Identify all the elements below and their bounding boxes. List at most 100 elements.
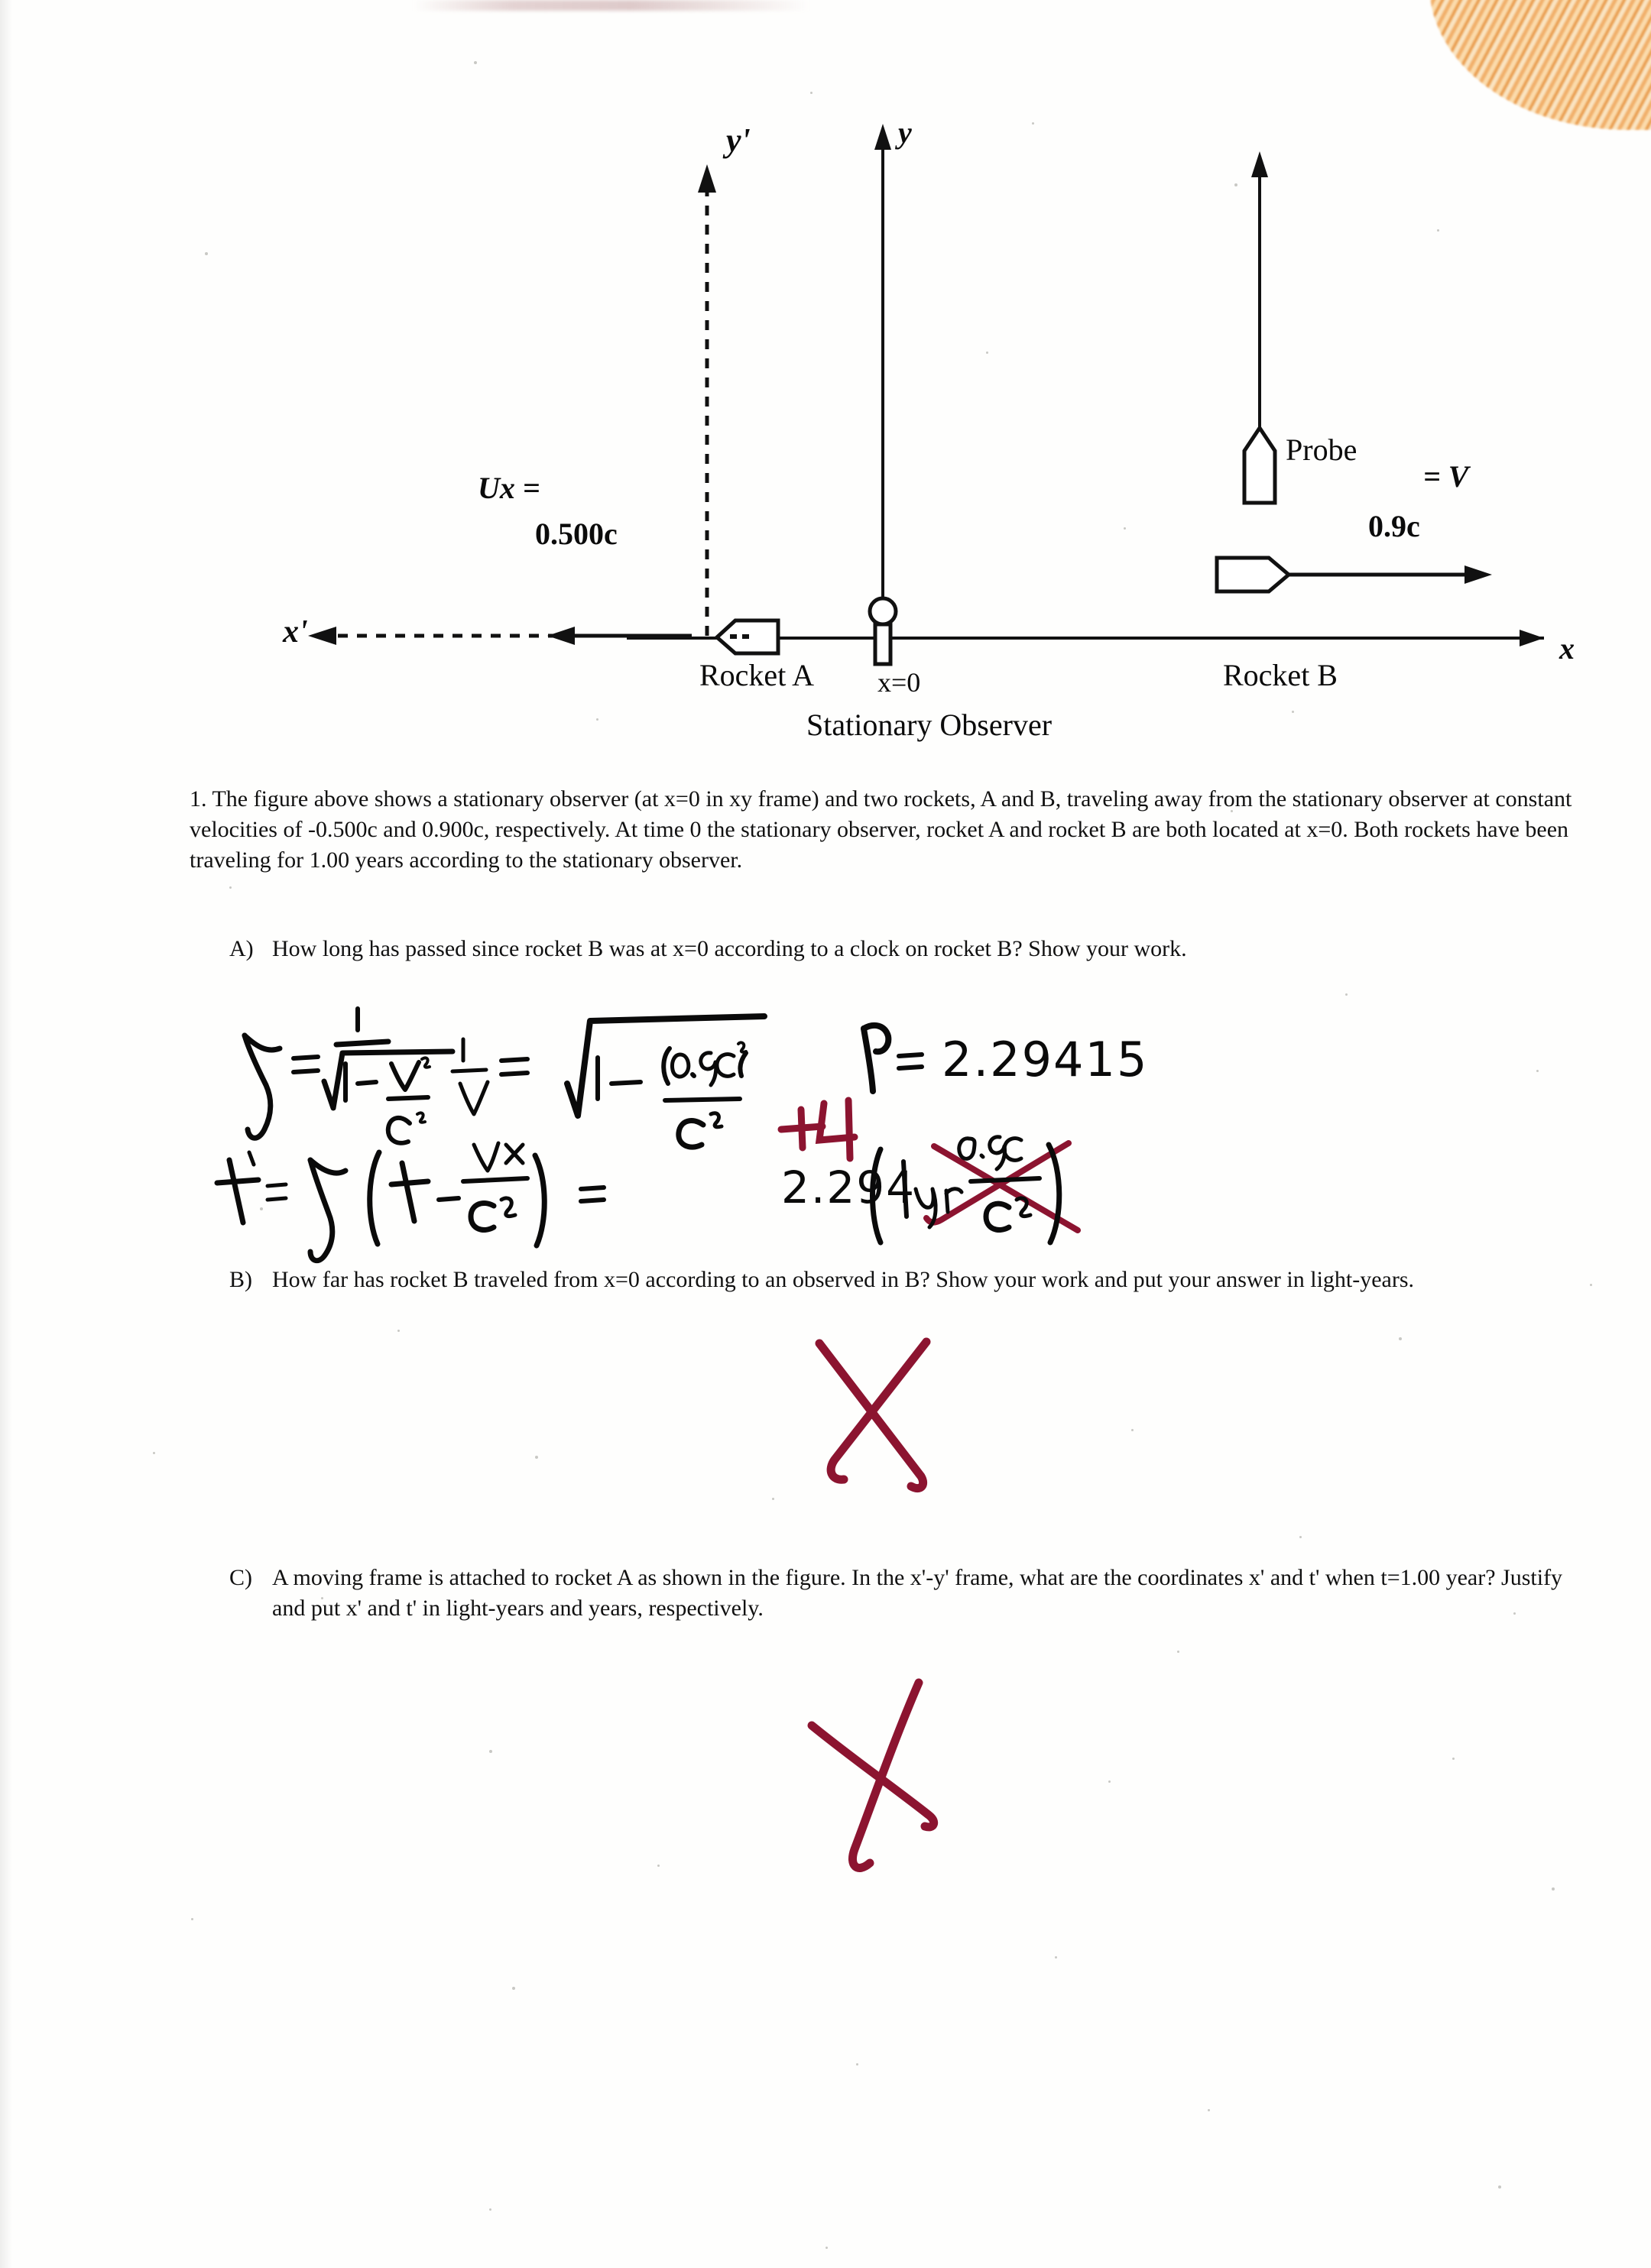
c-denominator-result: [983, 1200, 1012, 1233]
gamma-line2-b: [307, 1157, 349, 1176]
scan-speck: [260, 1207, 263, 1210]
scan-speck: [191, 1918, 193, 1920]
paren-open-result: [870, 1146, 884, 1246]
y-result: [913, 1187, 938, 1230]
inner-fraction-bar-1: [386, 1095, 430, 1101]
gamma-line2: [307, 1157, 336, 1264]
scan-speck: [657, 1865, 660, 1867]
decimal-result: [979, 1153, 985, 1159]
scan-speck: [1032, 122, 1034, 125]
part-c-x-stroke-1: [848, 1678, 923, 1872]
equals-line2: [265, 1182, 288, 1202]
cross-out-stroke-2: [923, 1140, 1072, 1226]
scan-speck: [1498, 2185, 1501, 2189]
fraction-bar-line2: [461, 1176, 530, 1184]
scan-speck: [1399, 1337, 1402, 1340]
rocket-a-name-label: Rocket A: [699, 658, 814, 692]
scan-speck: [1108, 1780, 1111, 1783]
scan-speck: [1208, 2109, 1210, 2111]
radical-sign-1: [321, 1048, 456, 1111]
t-inside-paren-bar: [388, 1178, 431, 1187]
y-axis-label: y: [898, 115, 912, 150]
gamma-result-glyph: [861, 1025, 876, 1094]
paren-close-line2: [532, 1152, 547, 1249]
plus-mark-vertical: [797, 1106, 806, 1152]
rocket-b-icon: [1215, 556, 1292, 594]
scan-speck: [512, 1987, 515, 1990]
x-axis-arrowhead: [1520, 630, 1544, 646]
x-axis-label: x: [1559, 631, 1575, 666]
x-numerator-line2: [504, 1142, 525, 1165]
scan-speck: [1131, 1429, 1134, 1431]
scan-speck: [596, 718, 598, 721]
scan-speck: [1345, 993, 1348, 996]
scan-speck: [535, 1456, 538, 1459]
zero-result: [957, 1136, 977, 1161]
cross-out-stroke-1: [931, 1143, 1081, 1233]
problem-part-b: B) How far has rocket B traveled from x=…: [229, 1265, 1575, 1295]
x-prime-axis-label: x': [283, 614, 308, 650]
nine-result: [988, 1135, 1007, 1171]
y-prime-axis-label: y': [726, 122, 751, 159]
rocket-b-name-label: Rocket B: [1223, 658, 1338, 692]
scan-speck: [986, 352, 988, 354]
problem-number: 1.: [190, 786, 207, 812]
part-c-marker: C): [229, 1565, 252, 1590]
minus-inside-radical-2: [609, 1080, 643, 1086]
equals-2: [499, 1057, 530, 1077]
t-inside-paren: [399, 1160, 417, 1224]
scan-speck: [1452, 1758, 1455, 1760]
probe-velocity-arrowhead: [1251, 151, 1268, 177]
r-result: [944, 1187, 964, 1214]
rocket-b-velocity-arrowhead: [1464, 565, 1492, 584]
v-exponent-1: [420, 1056, 431, 1069]
t-prime-stem: [226, 1157, 246, 1226]
time-dilation-gamma-value: 2.294: [781, 1162, 916, 1213]
equals-line2-b: [579, 1185, 606, 1204]
part-b-grading-x: [815, 1337, 931, 1493]
fraction-bar-1: [333, 1038, 391, 1048]
paren-close-result: [1046, 1142, 1062, 1246]
inner-fraction-bar-2: [663, 1097, 742, 1103]
problem-part-a: A) How long has passed since rocket B wa…: [229, 934, 1575, 964]
plus-mark-horizontal: [777, 1123, 826, 1133]
part-a-text: How long has passed since rocket B was a…: [272, 936, 1187, 961]
scan-speck: [1292, 711, 1294, 713]
observer-head-icon: [868, 596, 898, 627]
worksheet-page: y' y x' x Ux = 0.500c Rocket A x=0 Stati…: [0, 0, 1651, 2268]
probe-velocity-symbol-label: = V: [1423, 459, 1469, 494]
scan-speck: [229, 886, 232, 889]
probe-icon: [1242, 424, 1277, 505]
gamma-result-value: 2.29415: [942, 1032, 1149, 1087]
scan-speck: [1231, 810, 1233, 812]
scan-speck: [489, 2208, 491, 2211]
gamma-glyph-1: [242, 1032, 274, 1141]
problem-intro-paragraph: 1. The figure above shows a stationary o…: [190, 784, 1573, 876]
nine-2: [699, 1051, 718, 1087]
y-axis-arrowhead: [874, 124, 891, 150]
part-c-grading-x: [807, 1678, 939, 1872]
fraction-bar-2: [450, 1068, 488, 1074]
paren-open-line2: [367, 1149, 382, 1247]
rocket-a-velocity-symbol-label: Ux =: [478, 471, 540, 505]
scan-speck: [772, 1498, 774, 1500]
scan-speck: [1590, 1284, 1592, 1286]
four-mark-stroke-1: [815, 1100, 858, 1144]
scan-speck: [1299, 1536, 1302, 1538]
equals-result: [897, 1052, 924, 1071]
exponent-two-2: [737, 1041, 748, 1054]
decimal-point-2: [690, 1072, 696, 1078]
four-mark-stroke-2: [845, 1097, 854, 1162]
scan-speck: [1234, 183, 1237, 186]
rocket-a-velocity-value-label: 0.500c: [535, 517, 618, 551]
minus-line2: [436, 1196, 461, 1202]
one-result: [901, 1159, 909, 1219]
part-b-marker: B): [229, 1267, 252, 1292]
c-denominator-2: [676, 1118, 706, 1150]
c-inside-paren-2: [715, 1052, 736, 1078]
c-result: [1002, 1136, 1023, 1162]
scan-speck: [1124, 527, 1126, 530]
c-denominator-exponent-2: [709, 1111, 724, 1129]
fraction-bar-result: [968, 1176, 1042, 1184]
c-denominator-line2: [468, 1200, 497, 1233]
